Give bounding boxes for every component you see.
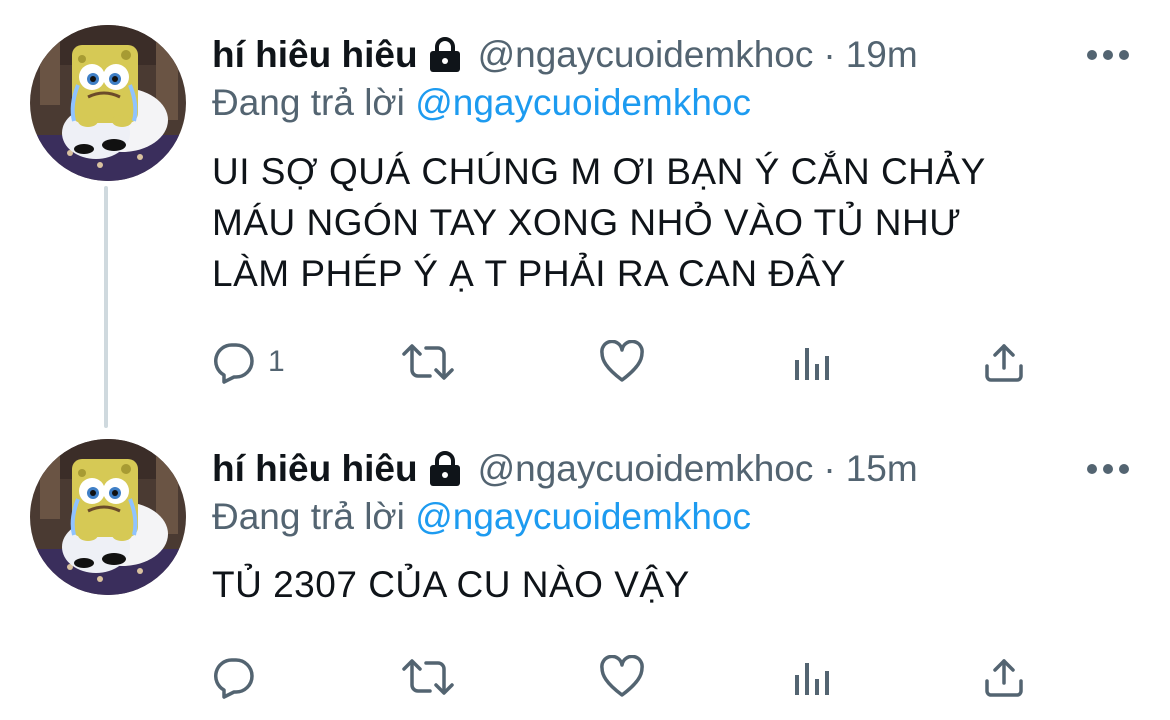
like-icon [598,340,646,384]
user-handle[interactable]: @ngaycuoidemkhoc [478,34,814,76]
tweet[interactable]: hí hiêu hiêu @ngaycuoidemkhoc · 15m Đang… [0,415,1170,720]
more-icon[interactable] [1086,45,1130,65]
stats-icon [792,342,832,382]
retweet-icon [400,340,456,384]
replying-to-label: Đang trả lời [212,496,405,537]
reply-button[interactable]: 1 [212,337,285,387]
avatar[interactable] [30,439,186,595]
reply-icon [212,655,256,699]
avatar[interactable] [30,25,186,181]
stats-button[interactable] [792,337,832,387]
tweet-text-line: LÀM PHÉP Ý Ạ T PHẢI RA CAN ĐÂY [212,253,846,294]
share-icon [982,340,1026,384]
display-name[interactable]: hí hiêu hiêu [212,448,418,490]
tweet-text-line: MÁU NGÓN TAY XONG NHỎ VÀO TỦ NHƯ [212,202,962,243]
reply-count: 1 [268,345,285,378]
share-button[interactable] [982,337,1026,387]
replying-to-label: Đang trả lời [212,82,405,123]
tweet-text-line: UI SỢ QUÁ CHÚNG M ƠI BẠN Ý CẮN CHẢY [212,151,986,192]
tweet-text-line: TỦ 2307 CỦA CU NÀO VẬY [212,564,690,605]
replying-to-handle-link[interactable]: @ngaycuoidemkhoc [415,82,751,123]
tweet-actions: 1 [212,337,1042,387]
timestamp[interactable]: 19m [846,34,918,76]
tweet-header: hí hiêu hiêu @ngaycuoidemkhoc · 19m [212,30,1060,80]
tweet-text: TỦ 2307 CỦA CU NÀO VẬY [212,559,1112,610]
like-button[interactable] [598,652,646,702]
replying-to: Đang trả lời @ngaycuoidemkhoc [212,492,751,542]
like-button[interactable] [598,337,646,387]
user-handle[interactable]: @ngaycuoidemkhoc [478,448,814,490]
tweet-text: UI SỢ QUÁ CHÚNG M ƠI BẠN Ý CẮN CHẢY MÁU … [212,146,1112,299]
replying-to-handle-link[interactable]: @ngaycuoidemkhoc [415,496,751,537]
tweet-header: hí hiêu hiêu @ngaycuoidemkhoc · 15m [212,444,1060,494]
stats-button[interactable] [792,652,832,702]
reply-button[interactable] [212,652,268,702]
display-name[interactable]: hí hiêu hiêu [212,34,418,76]
lock-icon [428,451,462,487]
share-icon [982,655,1026,699]
separator-dot: · [823,34,836,75]
more-icon[interactable] [1086,459,1130,479]
stats-icon [792,657,832,697]
retweet-button[interactable] [400,652,456,702]
retweet-button[interactable] [400,337,456,387]
tweet[interactable]: hí hiêu hiêu @ngaycuoidemkhoc · 19m Đang… [0,0,1170,415]
replying-to: Đang trả lời @ngaycuoidemkhoc [212,78,751,128]
lock-icon [428,37,462,73]
retweet-icon [400,655,456,699]
timestamp[interactable]: 15m [846,448,918,490]
like-icon [598,655,646,699]
separator-dot: · [823,448,836,489]
reply-icon [212,340,256,384]
tweet-actions [212,652,1042,702]
share-button[interactable] [982,652,1026,702]
